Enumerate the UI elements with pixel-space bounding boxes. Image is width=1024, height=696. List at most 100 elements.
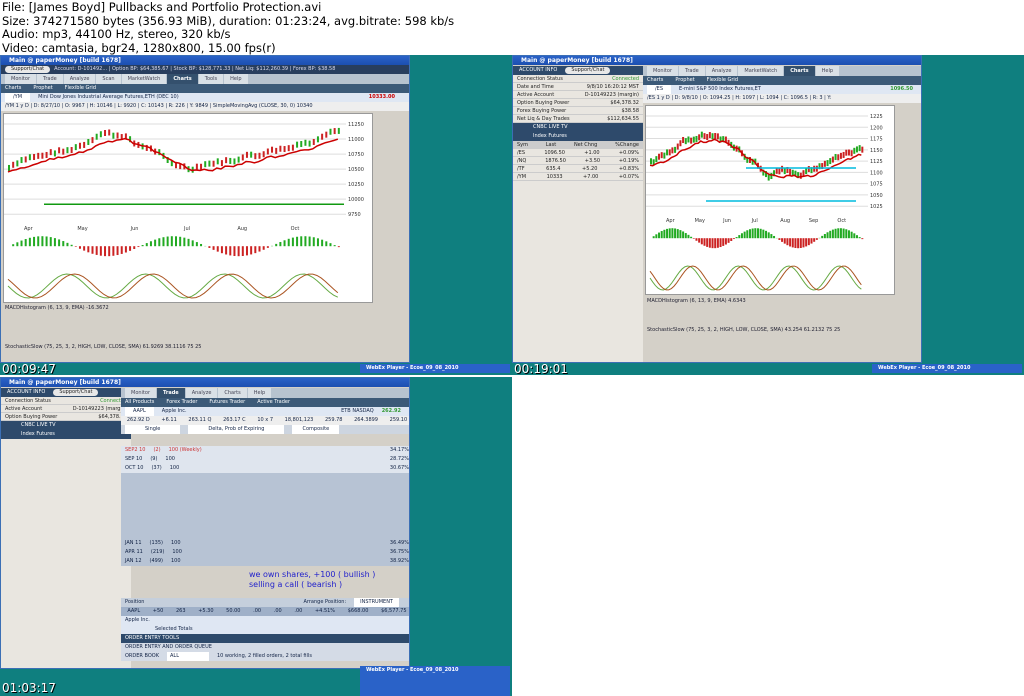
- underlying-cell: 259.78: [324, 417, 343, 423]
- macd-bar: [245, 246, 248, 256]
- webex-player-window[interactable]: WebEx Player - Ecoe_09_08_2010: [360, 666, 510, 696]
- candle: [49, 149, 52, 156]
- candle: [650, 158, 652, 165]
- tab-charts[interactable]: Charts: [167, 74, 198, 84]
- file-line: File: [James Boyd] Pullbacks and Portfol…: [2, 0, 322, 14]
- macd-bar: [700, 238, 703, 245]
- webex-taskbar[interactable]: WebEx Player - Ecoe_09_08_2010: [360, 364, 510, 373]
- futures-header[interactable]: Index Futures: [1, 430, 131, 439]
- macd-bar: [241, 246, 244, 256]
- macd-bar: [191, 240, 194, 247]
- candle: [698, 134, 701, 141]
- candle: [308, 140, 311, 147]
- tab-charts[interactable]: Charts: [218, 388, 247, 398]
- tab-analyze[interactable]: Analyze: [63, 74, 96, 84]
- expiration-row[interactable]: OCT 10 (37) 100 30.67%: [121, 464, 409, 473]
- subtab-active[interactable]: Active Trader: [257, 398, 290, 407]
- spread-select[interactable]: Single: [125, 425, 181, 434]
- webex-taskbar[interactable]: WebEx Player - Ecoe_09_08_2010: [872, 364, 1022, 373]
- macd-bar: [104, 246, 107, 257]
- tab-scan[interactable]: Scan: [96, 74, 121, 84]
- expiration-row[interactable]: APR 11 (219) 100 36.75%: [121, 548, 409, 557]
- quote-row[interactable]: /ES 1096.50 +1.00 +0.09%: [513, 149, 643, 157]
- candle: [703, 133, 706, 140]
- exchange-select[interactable]: Composite: [292, 425, 340, 434]
- candle: [212, 160, 215, 167]
- quote-row[interactable]: /TF 635.4 +5.20 +0.83%: [513, 165, 643, 173]
- candle: [200, 163, 203, 170]
- account-info-title[interactable]: ACCOUNT INFO: [7, 388, 45, 397]
- video-line: Video: camtasia, bgr24, 1280x800, 15.00 …: [2, 40, 276, 55]
- arrange-select[interactable]: INSTRUMENT: [354, 598, 399, 607]
- subtab-prophet[interactable]: Prophet: [675, 76, 694, 85]
- expiration-cell: APR 11: [125, 549, 143, 555]
- expiration-row[interactable]: JAN 12 (499) 100 38.92%: [121, 557, 409, 566]
- candle: [687, 136, 690, 143]
- layout-select[interactable]: Delta, Prob of Expiring: [188, 425, 285, 434]
- macd-bar: [735, 237, 738, 239]
- account-info-title[interactable]: ACCOUNT INFO: [519, 66, 557, 75]
- tab-help[interactable]: Help: [247, 388, 272, 398]
- candle: [674, 146, 677, 153]
- position-row[interactable]: AAPL +50 263 +5.30 50.00 .00 .00 .00 +4.51% $668.…: [121, 607, 409, 616]
- quote-row[interactable]: /NQ 1876.50 +3.50 +0.19%: [513, 157, 643, 165]
- tab-charts[interactable]: Charts: [784, 66, 815, 76]
- order-book-select[interactable]: ALL: [166, 652, 209, 661]
- annotation-bearish: selling a call ( bearish ): [249, 580, 343, 589]
- symbol-input[interactable]: /YM: [5, 93, 31, 102]
- app-window: Main @ paperMoney [build 1678] Support/C…: [0, 55, 410, 363]
- symbol-input[interactable]: AAPL: [125, 407, 154, 416]
- symbol-input[interactable]: /ES: [647, 85, 672, 94]
- candle: [37, 152, 40, 159]
- macd-bar: [28, 237, 31, 247]
- subtab-futures[interactable]: Futures Trader: [209, 398, 245, 407]
- subtab-prophet[interactable]: Prophet: [33, 84, 52, 93]
- subtab-all-products[interactable]: All Products: [125, 398, 154, 407]
- thumbnail-2: Main @ paperMoney [build 1678] ACCOUNT I…: [512, 55, 1024, 375]
- tab-tools[interactable]: Tools: [198, 74, 224, 84]
- macd-bar: [674, 228, 677, 239]
- options-settings: Single Delta, Prob of Expiring Composite: [121, 425, 409, 434]
- tab-marketwatch[interactable]: MarketWatch: [121, 74, 167, 84]
- cnbc-header[interactable]: CNBC LIVE TV: [513, 123, 643, 132]
- tab-trade[interactable]: Trade: [37, 74, 63, 84]
- y-tick-label: 10250: [348, 182, 364, 188]
- support-chat-button[interactable]: Support/Chat: [565, 67, 611, 74]
- subtab-charts[interactable]: Charts: [647, 76, 663, 85]
- candle: [329, 128, 332, 135]
- expiration-row[interactable]: SEP2 10 (2) 100 (Weekly) 34.17%: [121, 446, 409, 455]
- tab-analyze[interactable]: Analyze: [185, 388, 218, 398]
- expiration-cell: (219): [150, 549, 165, 555]
- expiration-row[interactable]: SEP 10 (9) 100 28.72%: [121, 455, 409, 464]
- tab-trade[interactable]: Trade: [157, 388, 185, 398]
- tab-monitor[interactable]: Monitor: [5, 74, 37, 84]
- support-chat-button[interactable]: Support/Chat: [5, 66, 51, 73]
- support-chat-button[interactable]: Support/Chat: [53, 389, 99, 396]
- trade-subtabs: All Products Forex Trader Futures Trader…: [121, 398, 409, 407]
- y-tick-label: 11000: [348, 137, 364, 143]
- futures-header[interactable]: Index Futures: [513, 132, 643, 141]
- expiration-cell: 34.17%: [389, 447, 409, 453]
- macd-bar: [41, 236, 44, 247]
- webex-title: WebEx Player - Ecoe_09_08_2010: [366, 667, 459, 673]
- subtab-forex[interactable]: Forex Trader: [166, 398, 197, 407]
- tab-monitor[interactable]: Monitor: [125, 388, 157, 398]
- tab-help[interactable]: Help: [815, 66, 840, 76]
- subtab-flexible-grid[interactable]: Flexible Grid: [65, 84, 96, 93]
- tab-marketwatch[interactable]: MarketWatch: [738, 66, 784, 76]
- order-entry-header[interactable]: ORDER ENTRY TOOLS: [121, 634, 409, 643]
- tab-trade[interactable]: Trade: [679, 66, 705, 76]
- subtab-charts[interactable]: Charts: [5, 84, 21, 93]
- candle: [671, 147, 674, 154]
- candle: [321, 133, 324, 140]
- tab-analyze[interactable]: Analyze: [705, 66, 738, 76]
- macd-bar: [154, 239, 157, 247]
- quote-row[interactable]: /YM 10333 +7.00 +0.07%: [513, 173, 643, 181]
- cnbc-header[interactable]: CNBC LIVE TV: [1, 421, 131, 430]
- candle: [802, 170, 805, 177]
- tab-monitor[interactable]: Monitor: [647, 66, 679, 76]
- tab-help[interactable]: Help: [224, 74, 248, 84]
- macd-bar: [687, 234, 690, 239]
- expiration-row[interactable]: JAN 11 (135) 100 36.49%: [121, 539, 409, 548]
- subtab-flexible-grid[interactable]: Flexible Grid: [707, 76, 738, 85]
